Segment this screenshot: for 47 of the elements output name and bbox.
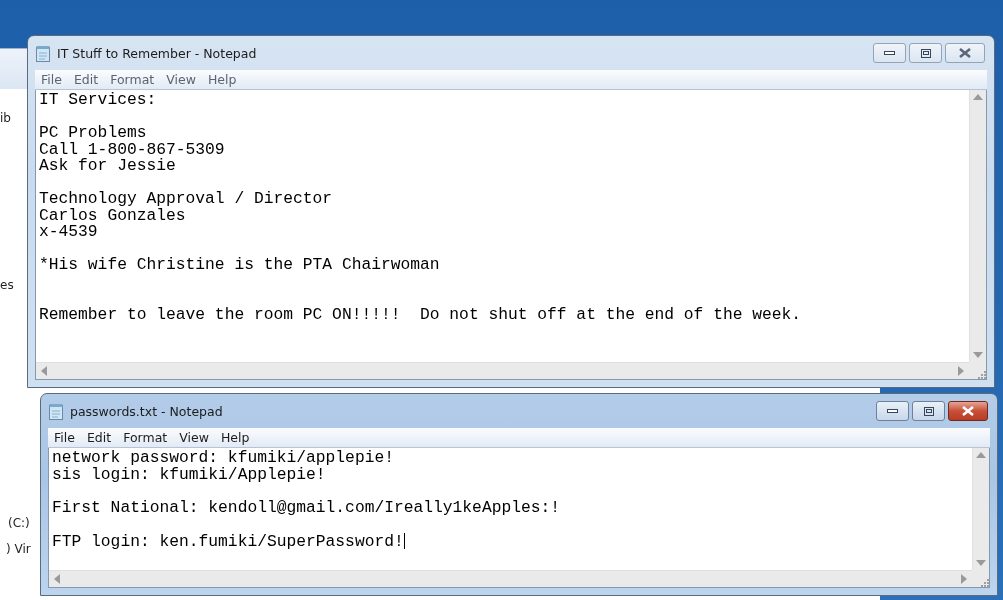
menu-item[interactable]: Help bbox=[214, 430, 256, 445]
text-line: x-4539 bbox=[39, 224, 98, 241]
text-line: FTP login: ken.fumiki/SuperPassword! bbox=[52, 532, 405, 550]
text-line: Call 1-800-867-5309 bbox=[39, 141, 225, 158]
text-line: sis login: kfumiki/Applepie! bbox=[52, 466, 326, 483]
window-title: IT Stuff to Remember - Notepad bbox=[57, 45, 257, 61]
close-button[interactable] bbox=[948, 401, 988, 421]
sidebar-item[interactable]: (C:) bbox=[8, 516, 30, 530]
horizontal-scrollbar[interactable] bbox=[49, 570, 972, 587]
scroll-right-arrow-icon[interactable] bbox=[961, 574, 967, 584]
minimize-icon bbox=[887, 409, 898, 413]
minimize-icon bbox=[884, 51, 895, 55]
close-icon bbox=[962, 406, 974, 416]
text-line: network password: kfumiki/applepie! bbox=[52, 450, 394, 467]
notepad-icon bbox=[48, 402, 64, 420]
sidebar-item[interactable]: es bbox=[0, 278, 14, 292]
size-grip-icon[interactable] bbox=[979, 577, 989, 587]
text-line: IT Services: bbox=[39, 92, 157, 109]
scroll-up-arrow-icon[interactable] bbox=[973, 94, 983, 100]
window-title: passwords.txt - Notepad bbox=[70, 403, 223, 419]
minimize-button[interactable] bbox=[876, 401, 909, 421]
text-line: *His wife Christine is the PTA Chairwoman bbox=[39, 257, 440, 274]
maximize-button[interactable] bbox=[912, 401, 945, 421]
maximize-icon bbox=[920, 48, 931, 58]
menu-item[interactable]: Edit bbox=[80, 430, 118, 445]
text-line: Carlos Gonzales bbox=[39, 207, 186, 224]
scroll-left-arrow-icon[interactable] bbox=[54, 574, 60, 584]
text-line: First National: kendoll@gmail.com/Ireally1keApples:! bbox=[52, 499, 561, 516]
sidebar-item[interactable]: ib bbox=[0, 111, 11, 125]
menu-item[interactable]: Format bbox=[117, 430, 174, 445]
sidebar-item[interactable]: ) Vir bbox=[6, 542, 31, 556]
size-grip-icon[interactable] bbox=[976, 369, 986, 379]
text-line: Technology Approval / Director bbox=[39, 191, 333, 208]
menu-item[interactable]: View bbox=[173, 430, 215, 445]
text-line: PC Problems bbox=[39, 125, 147, 142]
text-line: Remember to leave the room PC ON!!!!! Do not shut off at the end of the week. bbox=[39, 306, 802, 323]
close-icon bbox=[959, 48, 971, 58]
scroll-down-arrow-icon[interactable] bbox=[976, 560, 986, 566]
scroll-left-arrow-icon[interactable] bbox=[41, 366, 47, 376]
scroll-right-arrow-icon[interactable] bbox=[958, 366, 964, 376]
scroll-up-arrow-icon[interactable] bbox=[976, 452, 986, 458]
menu-item[interactable]: File bbox=[48, 430, 81, 445]
notepad-icon bbox=[35, 44, 51, 62]
maximize-icon bbox=[923, 406, 934, 416]
scroll-down-arrow-icon[interactable] bbox=[973, 352, 983, 358]
vertical-scrollbar[interactable] bbox=[972, 448, 989, 570]
text-line: Ask for Jessie bbox=[39, 158, 176, 175]
